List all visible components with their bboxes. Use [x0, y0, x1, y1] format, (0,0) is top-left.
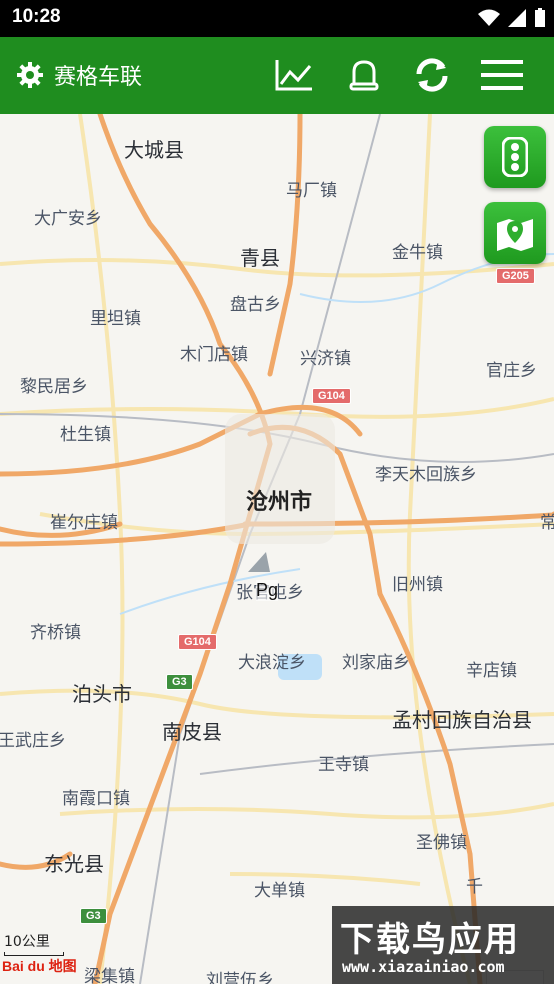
place-label: 辛店镇 [466, 661, 517, 681]
map-layer-button[interactable] [484, 202, 546, 264]
notifications-button[interactable] [342, 55, 386, 95]
place-label: 兴济镇 [300, 349, 351, 369]
place-label: 大浪淀乡 [238, 653, 306, 673]
route-shield: G205 [496, 268, 535, 284]
refresh-button[interactable] [410, 55, 454, 95]
chart-icon [275, 60, 312, 91]
place-label: 青县 [240, 246, 280, 270]
place-label: 南皮县 [162, 720, 222, 744]
place-label: 泊头市 [72, 682, 132, 706]
place-label: 南霞口镇 [62, 789, 130, 809]
place-label: 大城县 [124, 138, 184, 162]
traffic-button[interactable] [484, 126, 546, 188]
menu-button[interactable] [480, 55, 524, 95]
place-label: 黎民居乡 [20, 377, 88, 397]
watermark-title: 下载鸟应用 [340, 920, 520, 960]
place-label: 东光县 [44, 852, 104, 876]
bell-icon [349, 60, 379, 91]
place-label: 常 [540, 513, 554, 533]
place-label: 沧州市 [246, 490, 313, 515]
app-title-group[interactable]: 赛格车联 [16, 59, 142, 91]
vehicle-marker[interactable]: Pg [244, 550, 279, 601]
chart-button[interactable] [272, 55, 316, 95]
baidu-logo: Bai du 地图 [2, 956, 77, 976]
place-label: 王武庄乡 [0, 731, 66, 751]
place-label: 刘营伍乡 [206, 971, 274, 984]
place-label: 盘古乡 [230, 295, 281, 315]
place-label: 金牛镇 [392, 243, 443, 263]
map-pin-icon [497, 219, 533, 251]
wifi-icon [478, 9, 500, 26]
battery-icon [535, 8, 545, 27]
place-label: 孟村回族自治县 [392, 708, 532, 732]
scale-label: 10公里 [4, 934, 50, 950]
route-shield: G104 [312, 388, 351, 404]
place-label: 梁集镇 [84, 967, 135, 984]
place-label: 崔尔庄镇 [50, 513, 118, 533]
place-label: 里坦镇 [90, 309, 141, 329]
place-label: 千 [466, 877, 483, 897]
watermark-url: www.xiazainiao.com [342, 958, 505, 976]
place-label: 大广安乡 [34, 209, 102, 229]
vehicle-label: Pg [256, 580, 279, 601]
route-shield: G104 [178, 634, 217, 650]
traffic-light-icon [502, 137, 528, 177]
map-view[interactable]: 大城县 马厂镇 大广安乡 青县 金牛镇 盘古乡 里坦镇 木门店镇 兴济镇 官庄乡… [0, 114, 554, 984]
place-label: 刘家庙乡 [342, 653, 410, 673]
route-shield: G3 [80, 908, 107, 924]
gear-icon[interactable] [16, 61, 44, 89]
place-label: 圣佛镇 [416, 833, 467, 853]
app-bar: 赛格车联 [0, 37, 554, 114]
map-scale: 10公里 [4, 931, 64, 956]
signal-icon [508, 9, 526, 27]
place-label: 齐桥镇 [30, 623, 81, 643]
place-label: 大单镇 [254, 881, 305, 901]
status-icons [478, 8, 546, 28]
place-label: 王寺镇 [318, 755, 369, 775]
place-label: 杜生镇 [60, 425, 111, 445]
navigation-arrow-icon [248, 552, 270, 572]
status-time: 10:28 [12, 6, 61, 27]
baidu-logo-text: Bai du 地图 [2, 958, 77, 974]
menu-icon [481, 60, 523, 90]
place-label: 官庄乡 [486, 361, 537, 381]
refresh-icon [416, 58, 448, 92]
route-shield: G3 [166, 674, 193, 690]
place-label: 木门店镇 [180, 345, 248, 365]
place-label: 马厂镇 [286, 181, 337, 201]
app-title: 赛格车联 [54, 65, 143, 90]
status-bar: 10:28 [0, 0, 554, 37]
place-label: 李天木回族乡 [375, 465, 477, 485]
place-label: 旧州镇 [392, 575, 443, 595]
watermark: 下载鸟应用 www.xiazainiao.com [332, 906, 554, 984]
